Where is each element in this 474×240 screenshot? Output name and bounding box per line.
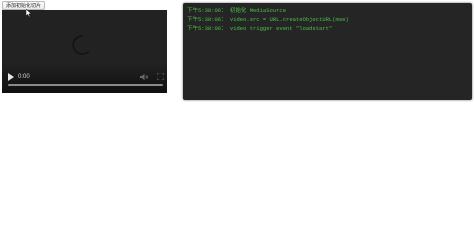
video-player[interactable]: 0:00: [2, 10, 167, 93]
volume-muted-icon[interactable]: [140, 73, 148, 81]
log-lines: 下午5:38:06： 初始化 MediaSource 下午5:38:06： vi…: [187, 6, 468, 33]
seek-bar[interactable]: [8, 84, 163, 86]
current-time: 0:00: [18, 74, 30, 80]
play-icon[interactable]: [8, 73, 14, 81]
fullscreen-icon[interactable]: [157, 73, 164, 80]
loading-spinner-icon: [72, 35, 90, 55]
video-controls: 0:00: [2, 69, 167, 93]
page: 添加初始化切片 0:00 下午5:38:06： 初始化 MediaSource …: [0, 0, 474, 228]
mouse-pointer-icon: [26, 9, 32, 17]
log-line: 下午5:38:06： video.src = URL.createObjectU…: [187, 16, 349, 23]
add-init-segment-button[interactable]: 添加初始化切片: [2, 1, 46, 10]
log-line: 下午5:38:06： 初始化 MediaSource: [187, 7, 287, 14]
log-line: 下午5:38:06： video trigger event "loadstar…: [187, 25, 333, 32]
log-console: 下午5:38:06： 初始化 MediaSource 下午5:38:06： vi…: [183, 3, 472, 100]
